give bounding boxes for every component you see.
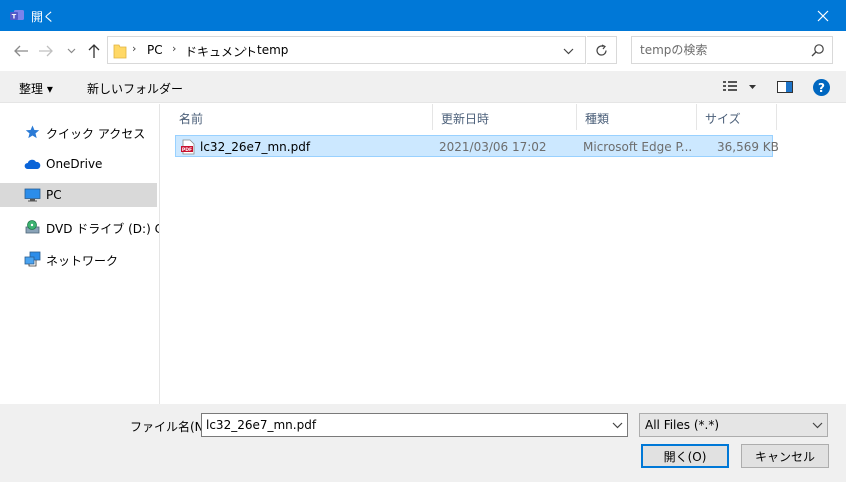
cloud-icon	[24, 159, 41, 169]
refresh-icon	[596, 43, 607, 56]
search-input[interactable]	[640, 42, 800, 58]
nav-item-pc[interactable]: PC	[0, 183, 157, 207]
file-size: 36,569 KB	[717, 140, 779, 154]
cancel-button[interactable]: キャンセル	[741, 444, 829, 468]
breadcrumb-separator: ›	[172, 42, 177, 55]
svg-text:T: T	[12, 13, 17, 21]
address-dropdown-button[interactable]	[563, 44, 579, 58]
filetype-value: All Files (*.*)	[645, 418, 720, 432]
file-list: ︿ 名前 更新日時 種類 サイズ PDF lc32_26e7_mn.pdf 20…	[161, 104, 846, 404]
search-icon	[811, 44, 824, 57]
computer-icon	[24, 188, 41, 202]
help-button[interactable]: ?	[813, 79, 830, 96]
new-folder-button[interactable]: 新しいフォルダー	[87, 80, 183, 97]
recent-locations-button[interactable]	[64, 41, 78, 61]
nav-label: クイック アクセス	[46, 127, 146, 141]
filename-combobox[interactable]	[201, 413, 628, 437]
title-bar: T 開く	[0, 0, 846, 31]
svg-text:PDF: PDF	[182, 147, 192, 153]
nav-item-onedrive[interactable]: OneDrive	[0, 152, 157, 176]
filename-input[interactable]	[206, 417, 606, 433]
network-icon	[24, 251, 41, 267]
column-header-type[interactable]: 種類	[577, 104, 697, 130]
file-name: lc32_26e7_mn.pdf	[200, 140, 311, 154]
command-bar: 整理 ▾ 新しいフォルダー ?	[0, 71, 846, 103]
refresh-button[interactable]	[587, 36, 617, 64]
details-view-icon	[723, 81, 756, 91]
chevron-down-icon[interactable]	[612, 419, 623, 431]
dvd-drive-icon	[25, 220, 40, 234]
nav-item-dvd-drive[interactable]: DVD ドライブ (D:) CENA	[0, 215, 159, 239]
chevron-down-icon	[563, 48, 574, 55]
preview-pane-icon	[777, 81, 793, 93]
search-box[interactable]	[631, 36, 833, 64]
column-header-modified[interactable]: 更新日時	[433, 104, 577, 130]
dialog-footer: ファイル名(N): All Files (*.*) 開く(O) キャンセル	[0, 404, 846, 482]
close-button[interactable]	[800, 0, 846, 31]
file-modified: 2021/03/06 17:02	[439, 140, 547, 154]
filetype-select[interactable]: All Files (*.*)	[639, 413, 828, 437]
chevron-down-icon	[812, 422, 823, 429]
back-button[interactable]	[11, 41, 31, 61]
open-button[interactable]: 開く(O)	[641, 444, 729, 468]
organize-button[interactable]: 整理 ▾	[19, 80, 53, 97]
column-header-size[interactable]: サイズ	[697, 104, 777, 130]
arrow-left-icon	[14, 45, 28, 57]
breadcrumb-temp[interactable]: temp	[257, 43, 288, 57]
breadcrumb-separator: ›	[243, 42, 248, 55]
preview-pane-button[interactable]	[776, 79, 794, 95]
breadcrumb-separator: ›	[132, 42, 137, 55]
nav-item-quick-access[interactable]: クイック アクセス	[0, 120, 157, 144]
address-bar[interactable]: › PC › ドキュメント › temp	[107, 36, 586, 64]
window-title: 開く	[31, 10, 56, 24]
nav-label: ネットワーク	[46, 254, 119, 268]
arrow-up-icon	[88, 44, 100, 58]
close-icon	[817, 10, 829, 21]
address-row: › PC › ドキュメント › temp	[0, 31, 846, 71]
arrow-right-icon	[39, 45, 53, 57]
nav-label: DVD ドライブ (D:) CENA	[46, 222, 159, 236]
nav-label: PC	[46, 188, 62, 202]
folder-icon	[113, 44, 127, 59]
file-row[interactable]: PDF lc32_26e7_mn.pdf 2021/03/06 17:02 Mi…	[175, 135, 779, 157]
breadcrumb-pc[interactable]: PC	[147, 43, 163, 57]
star-icon	[25, 125, 40, 139]
up-button[interactable]	[84, 41, 104, 61]
pdf-file-icon: PDF	[181, 139, 195, 155]
nav-label: OneDrive	[46, 157, 103, 171]
forward-button[interactable]	[36, 41, 56, 61]
file-type: Microsoft Edge P...	[583, 140, 693, 154]
app-icon: T	[10, 10, 24, 21]
view-options-button[interactable]	[722, 80, 758, 94]
nav-item-network[interactable]: ネットワーク	[0, 247, 157, 271]
chevron-down-icon	[67, 48, 75, 54]
navigation-pane: クイック アクセス OneDrive PC DVD ドライブ (D:) CENA…	[0, 104, 160, 404]
column-header-name[interactable]: ︿ 名前	[171, 104, 433, 130]
